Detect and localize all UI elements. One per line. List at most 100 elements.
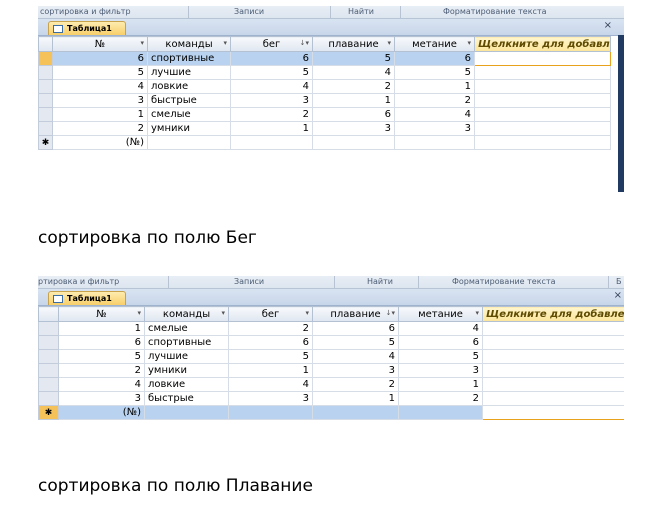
- cell-add-field[interactable]: [474, 51, 611, 66]
- cell-swim[interactable]: 5: [312, 335, 399, 350]
- column-header-team[interactable]: команды ▾: [144, 306, 229, 322]
- column-header-run[interactable]: бег ↓▾: [230, 36, 313, 52]
- cell-swim[interactable]: 2: [312, 377, 399, 392]
- cell-run[interactable]: 6: [230, 51, 313, 66]
- cell-num[interactable]: 6: [58, 335, 145, 350]
- cell-swim[interactable]: [312, 135, 395, 150]
- record-selector[interactable]: [38, 363, 59, 378]
- cell-swim[interactable]: 6: [312, 107, 395, 122]
- cell-team[interactable]: смелые: [147, 107, 231, 122]
- column-header-throw[interactable]: метание ▾: [398, 306, 483, 322]
- sort-descending-icon[interactable]: ↓▾: [300, 39, 309, 47]
- new-record-row[interactable]: ✱ (№): [38, 405, 624, 420]
- ribbon-group-sort-filter[interactable]: ртировка и фильтр: [38, 277, 119, 286]
- cell-num[interactable]: 1: [52, 107, 148, 122]
- cell-team[interactable]: [144, 405, 229, 420]
- column-header-throw[interactable]: метание ▾: [394, 36, 475, 52]
- cell-throw[interactable]: [398, 405, 483, 420]
- record-selector[interactable]: [38, 321, 59, 336]
- record-selector[interactable]: [38, 391, 59, 406]
- record-selector[interactable]: [38, 335, 59, 350]
- cell-team[interactable]: [147, 135, 231, 150]
- cell-num[interactable]: 2: [52, 121, 148, 136]
- ribbon-group-find[interactable]: Найти: [348, 7, 374, 16]
- ribbon-group-text-format[interactable]: Форматирование текста: [452, 277, 556, 286]
- cell-num[interactable]: 3: [58, 391, 145, 406]
- cell-throw[interactable]: 2: [398, 391, 483, 406]
- table-row[interactable]: 2 умники 1 3 3: [38, 363, 624, 378]
- record-selector[interactable]: [38, 51, 53, 66]
- select-all-corner[interactable]: [38, 36, 53, 52]
- cell-team[interactable]: лучшие: [147, 65, 231, 80]
- cell-add-field[interactable]: [482, 377, 624, 392]
- cell-team[interactable]: лучшие: [144, 349, 229, 364]
- column-header-team[interactable]: команды ▾: [147, 36, 231, 52]
- cell-team[interactable]: ловкие: [144, 377, 229, 392]
- new-record-icon[interactable]: ✱: [38, 405, 59, 420]
- cell-run[interactable]: 4: [230, 79, 313, 94]
- cell-throw[interactable]: 6: [394, 51, 475, 66]
- column-header-add-field[interactable]: Щелкните для добавления: [482, 306, 624, 322]
- column-header-swim[interactable]: плавание ↓▾: [312, 306, 399, 322]
- cell-add-field[interactable]: [482, 405, 624, 420]
- cell-throw[interactable]: 6: [398, 335, 483, 350]
- cell-run[interactable]: 2: [230, 107, 313, 122]
- cell-run[interactable]: 3: [228, 391, 313, 406]
- cell-team[interactable]: спортивные: [144, 335, 229, 350]
- cell-add-field[interactable]: [474, 93, 611, 108]
- cell-swim[interactable]: [312, 405, 399, 420]
- cell-add-field[interactable]: [482, 391, 624, 406]
- tab-table1[interactable]: Таблица1: [48, 291, 126, 305]
- cell-num[interactable]: 2: [58, 363, 145, 378]
- ribbon-group-text-format[interactable]: Форматирование текста: [443, 7, 547, 16]
- cell-swim[interactable]: 2: [312, 79, 395, 94]
- table-row[interactable]: 2 умники 1 3 3: [38, 121, 611, 136]
- ribbon-group-records[interactable]: Записи: [234, 7, 264, 16]
- close-icon[interactable]: ×: [604, 20, 612, 31]
- cell-team[interactable]: быстрые: [144, 391, 229, 406]
- cell-num[interactable]: 3: [52, 93, 148, 108]
- cell-num[interactable]: 5: [58, 349, 145, 364]
- cell-team[interactable]: смелые: [144, 321, 229, 336]
- dropdown-arrow-icon[interactable]: ▾: [140, 39, 144, 47]
- dropdown-arrow-icon[interactable]: ▾: [305, 309, 309, 317]
- cell-run[interactable]: [230, 135, 313, 150]
- cell-num-new[interactable]: (№): [52, 135, 148, 150]
- cell-swim[interactable]: 1: [312, 93, 395, 108]
- column-header-swim[interactable]: плавание ▾: [312, 36, 395, 52]
- dropdown-arrow-icon[interactable]: ▾: [137, 309, 141, 317]
- table-row[interactable]: 1 смелые 2 6 4: [38, 321, 624, 336]
- record-selector[interactable]: [38, 93, 53, 108]
- cell-throw[interactable]: 1: [398, 377, 483, 392]
- cell-run[interactable]: 5: [228, 349, 313, 364]
- cell-throw[interactable]: [394, 135, 475, 150]
- cell-add-field[interactable]: [482, 349, 624, 364]
- cell-add-field[interactable]: [474, 107, 611, 122]
- cell-run[interactable]: [228, 405, 313, 420]
- ribbon-group-sort-filter[interactable]: сортировка и фильтр: [40, 7, 131, 16]
- cell-num[interactable]: 4: [58, 377, 145, 392]
- cell-throw[interactable]: 2: [394, 93, 475, 108]
- ribbon-group-find[interactable]: Найти: [367, 277, 393, 286]
- cell-throw[interactable]: 3: [398, 363, 483, 378]
- close-icon[interactable]: ×: [614, 290, 622, 301]
- sort-descending-icon[interactable]: ↓▾: [386, 309, 395, 317]
- cell-run[interactable]: 3: [230, 93, 313, 108]
- cell-throw[interactable]: 4: [398, 321, 483, 336]
- cell-swim[interactable]: 4: [312, 65, 395, 80]
- cell-add-field[interactable]: [474, 121, 611, 136]
- column-header-add-field[interactable]: Щелкните для добавления: [474, 36, 611, 52]
- vertical-scrollbar[interactable]: [618, 35, 624, 192]
- cell-swim[interactable]: 6: [312, 321, 399, 336]
- record-selector[interactable]: [38, 79, 53, 94]
- cell-team[interactable]: ловкие: [147, 79, 231, 94]
- column-header-num[interactable]: № ▾: [52, 36, 148, 52]
- cell-swim[interactable]: 4: [312, 349, 399, 364]
- cell-run[interactable]: 6: [228, 335, 313, 350]
- cell-team[interactable]: умники: [147, 121, 231, 136]
- cell-run[interactable]: 4: [228, 377, 313, 392]
- dropdown-arrow-icon[interactable]: ▾: [467, 39, 471, 47]
- cell-add-field[interactable]: [482, 321, 624, 336]
- cell-swim[interactable]: 3: [312, 121, 395, 136]
- record-selector[interactable]: [38, 121, 53, 136]
